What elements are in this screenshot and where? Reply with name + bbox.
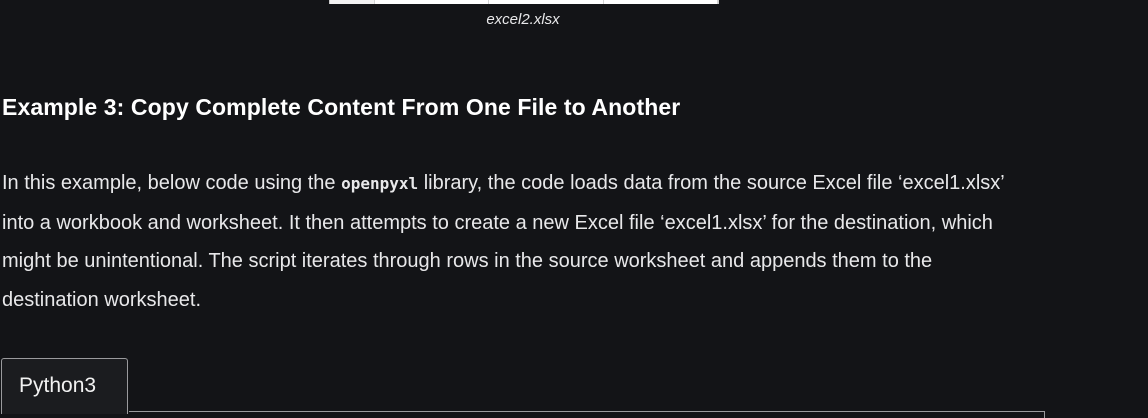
section-paragraph: In this example, below code using the op…: [2, 164, 1032, 319]
paragraph-text-start: In this example, below code using the: [2, 172, 342, 194]
spreadsheet-screenshot-image: [329, 0, 719, 4]
image-cell: [375, 0, 490, 4]
tab-python3[interactable]: Python3: [1, 358, 128, 414]
image-caption: excel2.xlsx: [486, 11, 560, 28]
code-block-container: [129, 411, 1045, 418]
image-cell: [604, 0, 718, 4]
image-cell: [330, 0, 375, 4]
image-cell: [489, 0, 604, 4]
section-heading: Example 3: Copy Complete Content From On…: [2, 94, 681, 120]
tab-label: Python3: [19, 373, 97, 397]
inline-code: openpyxl: [341, 174, 419, 193]
article-page: excel2.xlsx Example 3: Copy Complete Con…: [0, 0, 1148, 418]
